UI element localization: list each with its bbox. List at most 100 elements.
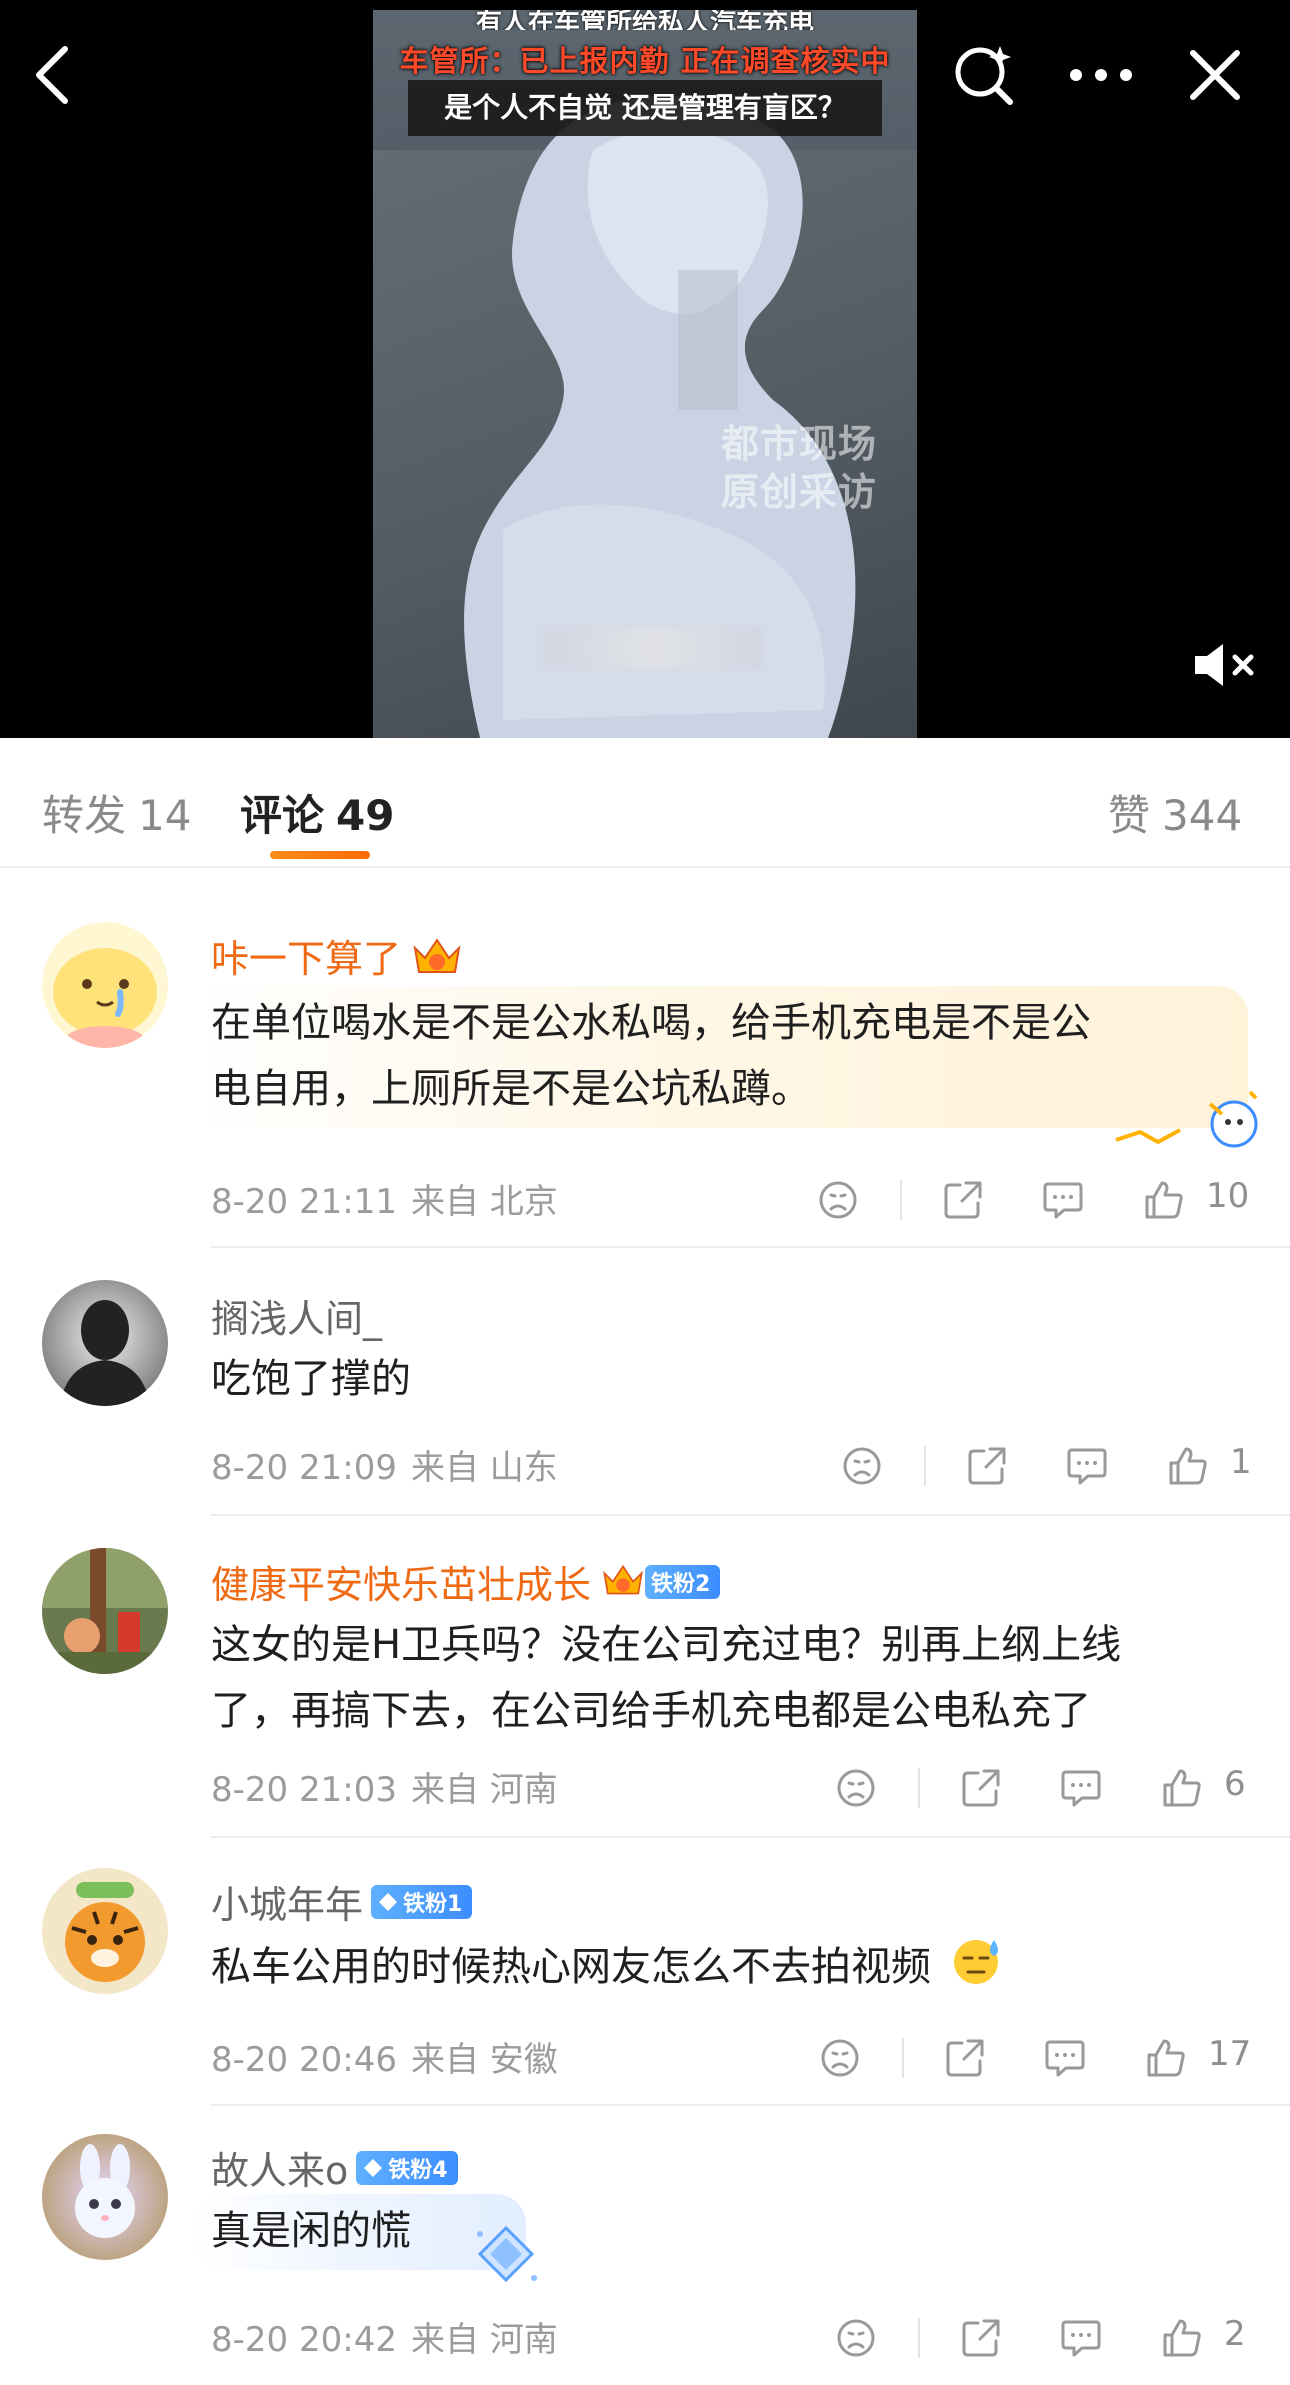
avatar[interactable] <box>42 922 168 1048</box>
avatar[interactable] <box>42 1548 168 1674</box>
share-button[interactable] <box>953 2310 1009 2366</box>
back-icon <box>36 46 68 104</box>
comment-actions: 2 <box>828 2310 1252 2366</box>
reply-button[interactable] <box>1059 1438 1115 1494</box>
comment-location: 来自 安徽 <box>410 2040 558 2080</box>
comment-time: 8-20 21:03 <box>211 1770 397 1810</box>
tab-repost-label: 转发 <box>42 791 127 840</box>
share-icon <box>944 1181 982 1219</box>
like-button[interactable] <box>1154 2310 1210 2366</box>
comment-text-line: 私车公用的时候热心网友怎么不去拍视频 <box>211 1944 931 1990</box>
comment-location: 来自 山东 <box>410 1448 558 1488</box>
dislike-button[interactable] <box>828 2310 884 2366</box>
avatar-silhouette-icon <box>42 1280 168 1406</box>
comment-actions: 10 <box>810 1172 1250 1228</box>
comment-meta: 8-20 21:09 来自 山东 <box>211 1440 558 1489</box>
comment-actions: 17 <box>812 2030 1252 2086</box>
frown-icon <box>819 1181 857 1219</box>
avatar[interactable] <box>42 1280 168 1406</box>
tab-likes-count: 344 <box>1162 791 1243 840</box>
reply-button[interactable] <box>1037 2030 1093 2086</box>
frown-icon <box>843 1447 881 1485</box>
username[interactable]: 健康平安快乐茁壮成长 铁粉2 <box>211 1554 721 1609</box>
comment-location: 来自 河南 <box>410 2320 558 2360</box>
comment-time: 8-20 21:11 <box>211 1182 397 1222</box>
video-caption-top: 有人在车管所给私人汽车充电 <box>475 10 814 30</box>
username[interactable]: 故人来o 铁粉4 <box>211 2140 458 2195</box>
mute-icon <box>1195 644 1254 686</box>
share-button[interactable] <box>953 1760 1009 1816</box>
like-button[interactable] <box>1136 1172 1192 1228</box>
comment-text-line: 在单位喝水是不是公水私喝，给手机充电是不是公 <box>211 1000 1091 1046</box>
reply-button[interactable] <box>1035 1172 1091 1228</box>
dislike-button[interactable] <box>828 1760 884 1816</box>
share-button[interactable] <box>937 2030 993 2086</box>
avatar[interactable] <box>42 2134 168 2260</box>
fan-badge: 铁粉1 <box>371 1884 473 1919</box>
video-player[interactable]: 有人在车管所给私人汽车充电 车管所：已上报内勤 正在调查核实中 是个人不自觉 还… <box>0 0 1290 738</box>
reply-button[interactable] <box>1053 2310 1109 2366</box>
reply-button[interactable] <box>1053 1760 1109 1816</box>
share-icon <box>962 1769 1000 1807</box>
video-frame[interactable]: 有人在车管所给私人汽车充电 车管所：已上报内勤 正在调查核实中 是个人不自觉 还… <box>373 10 917 738</box>
username[interactable]: 咔一下算了 <box>211 928 463 983</box>
tab-active-indicator <box>270 851 370 859</box>
comment-icon <box>1045 2040 1085 2077</box>
tab-repost[interactable]: 转发 14 <box>42 782 191 843</box>
share-button[interactable] <box>935 1172 991 1228</box>
dislike-button[interactable] <box>834 1438 890 1494</box>
ai-search-button[interactable] <box>950 40 1020 110</box>
action-separator <box>902 2038 904 2078</box>
share-button[interactable] <box>959 1438 1015 1494</box>
username[interactable]: 搁浅人间_ <box>211 1288 382 1343</box>
watermark-line2: 原创采访 <box>721 470 878 514</box>
avatar[interactable] <box>42 1868 168 1994</box>
diamond-icon <box>364 2158 383 2177</box>
fan-badge-label: 铁粉1 <box>403 1891 463 1917</box>
share-icon <box>962 2319 1000 2357</box>
comment-item[interactable]: 搁浅人间_ 吃饱了撑的 8-20 21:09 来自 山东 1 <box>0 1250 1290 1516</box>
thumbs-up-icon <box>1163 2319 1201 2357</box>
comment-meta: 8-20 21:11 来自 北京 <box>211 1174 558 1223</box>
more-button[interactable] <box>1066 40 1136 110</box>
comment-divider <box>211 1246 1290 1248</box>
username[interactable]: 小城年年 铁粉1 <box>211 1874 473 1929</box>
comment-meta: 8-20 20:42 来自 河南 <box>211 2312 558 2361</box>
blurred-text <box>543 628 763 668</box>
tab-likes[interactable]: 赞 344 <box>1108 782 1242 843</box>
comment-icon <box>1043 1182 1083 1219</box>
share-icon <box>968 1447 1006 1485</box>
comment-icon <box>1067 1448 1107 1485</box>
comment-icon <box>1061 2320 1101 2357</box>
comment-meta: 8-20 21:03 来自 河南 <box>211 1762 558 1811</box>
comment-text-line: 这女的是H卫兵吗？没在公司充过电？别再上纲上线 <box>211 1622 1122 1668</box>
comment-time: 8-20 21:09 <box>211 1448 397 1488</box>
thumbs-up-icon <box>1163 1769 1201 1807</box>
username-text: 咔一下算了 <box>211 937 402 981</box>
more-icon <box>1070 69 1132 81</box>
like-count: 10 <box>1206 1176 1250 1216</box>
close-button[interactable] <box>1180 40 1250 110</box>
diamond-icon <box>379 1892 398 1911</box>
like-button[interactable] <box>1138 2030 1194 2086</box>
like-button[interactable] <box>1154 1760 1210 1816</box>
tab-repost-count: 14 <box>138 791 192 840</box>
fan-badge: 铁粉4 <box>356 2150 458 2185</box>
like-count: 1 <box>1230 1442 1252 1482</box>
avatar-photo-icon <box>42 1548 168 1674</box>
comment-item[interactable]: 咔一下算了 在单位喝水是不是公水私喝，给手机充电是不是公 电自用，上厕所是不是公… <box>0 892 1290 1248</box>
action-separator <box>918 1768 920 1808</box>
tab-comments[interactable]: 评论 49 <box>240 782 394 843</box>
comment-meta: 8-20 20:46 来自 安徽 <box>211 2032 558 2081</box>
frown-icon <box>837 2319 875 2357</box>
like-button[interactable] <box>1160 1438 1216 1494</box>
back-button[interactable] <box>18 40 88 110</box>
dislike-button[interactable] <box>812 2030 868 2086</box>
vip-crown-icon <box>411 934 463 978</box>
comment-item[interactable]: 小城年年 铁粉1 私车公用的时候热心网友怎么不去拍视频 8-20 20:46 来自… <box>0 1838 1290 2106</box>
fan-badge: 铁粉2 <box>645 1564 721 1599</box>
comment-item[interactable]: 健康平安快乐茁壮成长 铁粉2 这女的是H卫兵吗？没在公司充过电？别再上纲上线 了… <box>0 1518 1290 1838</box>
dislike-button[interactable] <box>810 1172 866 1228</box>
comment-item[interactable]: 故人来o 铁粉4 真是闲的慌 8-20 20:42 来自 河南 2 <box>0 2104 1290 2385</box>
mute-button[interactable] <box>1190 630 1260 700</box>
